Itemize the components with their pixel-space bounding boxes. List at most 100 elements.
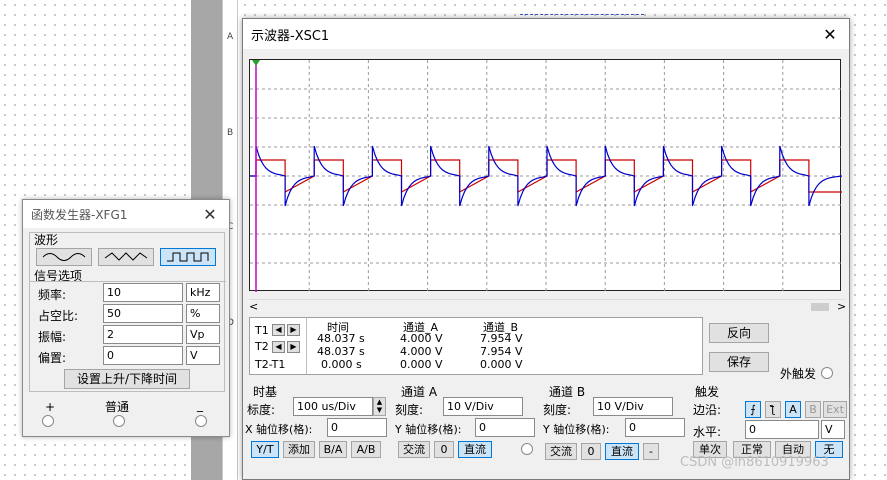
readout-cell: 0.000 V bbox=[400, 358, 443, 371]
trigger-title: 触发 bbox=[695, 385, 720, 399]
channel-b-dc-button[interactable]: 直流 bbox=[605, 443, 639, 460]
t2-right-arrow-icon[interactable]: ▶ bbox=[287, 341, 300, 353]
function-generator-titlebar[interactable]: 函数发生器-XFG1 ✕ bbox=[23, 200, 229, 228]
frequency-unit[interactable]: kHz bbox=[186, 283, 220, 302]
t2-left-arrow-icon[interactable]: ◀ bbox=[272, 341, 285, 353]
positive-terminal[interactable] bbox=[42, 415, 54, 427]
triangle-wave-icon[interactable] bbox=[98, 248, 154, 266]
ext-trigger-label: 外触发 bbox=[780, 367, 817, 381]
close-icon[interactable]: ✕ bbox=[199, 205, 221, 224]
trigger-level-unit: V bbox=[821, 420, 845, 439]
offset-unit[interactable]: V bbox=[186, 346, 220, 365]
readout-cell: 4.000 V bbox=[400, 345, 443, 358]
negative-terminal-label: _ bbox=[197, 398, 203, 412]
channel-a-ac-button[interactable]: 交流 bbox=[398, 441, 430, 458]
mode-add-button[interactable]: 添加 bbox=[283, 441, 315, 458]
channel-a-scale-label: 刻度: bbox=[395, 403, 424, 417]
oscilloscope-screen[interactable] bbox=[249, 59, 843, 292]
timebase-xpos-input[interactable]: 0 bbox=[327, 418, 387, 437]
readout-cell: 0.000 V bbox=[480, 358, 523, 371]
amplitude-label: 振幅: bbox=[38, 330, 67, 344]
mode-ba-button[interactable]: B/A bbox=[319, 441, 347, 458]
falling-edge-icon[interactable]: ƪ bbox=[765, 401, 781, 418]
trigger-edge-label: 边沿: bbox=[693, 403, 722, 417]
channel-b-ypos-label: Y 轴位移(格): bbox=[543, 423, 610, 436]
frequency-input[interactable]: 10 bbox=[103, 283, 183, 302]
channel-b-ypos-input[interactable]: 0 bbox=[625, 418, 685, 437]
ext-trigger-terminal[interactable] bbox=[821, 367, 833, 379]
close-icon[interactable]: ✕ bbox=[819, 25, 841, 44]
channel-a-dc-button[interactable]: 直流 bbox=[458, 441, 492, 458]
scroll-left-icon[interactable]: < bbox=[249, 300, 258, 313]
timebase-title: 时基 bbox=[253, 385, 278, 399]
trigger-level-label: 水平: bbox=[693, 425, 722, 439]
square-wave-icon[interactable] bbox=[160, 248, 216, 266]
frequency-label: 频率: bbox=[38, 288, 67, 302]
offset-label: 偏置: bbox=[38, 351, 67, 365]
t2-label: T2 bbox=[255, 340, 269, 353]
t1-left-arrow-icon[interactable]: ◀ bbox=[272, 324, 285, 336]
channel-a-terminal[interactable] bbox=[521, 443, 533, 455]
common-terminal[interactable] bbox=[113, 415, 125, 427]
function-generator-panel: 波形 信号选项 频率: 10 kHz 占空比: 50 % 振幅: 2 Vp 偏置… bbox=[29, 232, 226, 392]
duty-cycle-input[interactable]: 50 bbox=[103, 304, 183, 323]
oscilloscope-window[interactable]: 示波器-XSC1 ✕ < > T1 ◀ ▶ T2 ◀ ▶ T2-T1 时间 通道… bbox=[242, 18, 850, 480]
oscilloscope-title: 示波器-XSC1 bbox=[251, 28, 330, 44]
function-generator-window[interactable]: 函数发生器-XFG1 ✕ 波形 信号选项 频率: 10 kHz 占空比: 50 … bbox=[22, 199, 230, 437]
readout-cell: 48.037 s bbox=[317, 332, 365, 345]
ruler-letter: A bbox=[227, 32, 234, 42]
waveform-display bbox=[250, 60, 843, 292]
channel-b-zero-button[interactable]: 0 bbox=[581, 443, 601, 460]
channel-b-scale-label: 刻度: bbox=[543, 403, 572, 417]
duty-cycle-unit[interactable]: % bbox=[186, 304, 220, 323]
channel-b-scale-input[interactable]: 10 V/Div bbox=[593, 397, 673, 416]
readout-cell: 7.954 V bbox=[480, 332, 523, 345]
t1-right-arrow-icon[interactable]: ▶ bbox=[287, 324, 300, 336]
mode-yt-button[interactable]: Y/T bbox=[251, 441, 279, 458]
t2t1-label: T2-T1 bbox=[255, 358, 286, 371]
watermark: CSDN @lh8610919963 bbox=[680, 455, 829, 470]
cursor-t1-marker-icon bbox=[252, 60, 260, 66]
reverse-button[interactable]: 反向 bbox=[709, 323, 769, 343]
channel-a-ypos-label: Y 轴位移(格): bbox=[395, 423, 462, 436]
trigger-source-b-button[interactable]: B bbox=[805, 401, 821, 418]
readout-table: 时间 通道_A 通道_B 48.037 s 4.000 V 7.954 V 48… bbox=[306, 318, 702, 374]
ruler-letter: B bbox=[227, 128, 234, 138]
trigger-level-input[interactable]: 0 bbox=[745, 420, 819, 439]
timebase-scale-label: 标度: bbox=[247, 403, 276, 417]
readout-cell: 48.037 s bbox=[317, 345, 365, 358]
scroll-thumb[interactable] bbox=[811, 303, 829, 311]
positive-terminal-label: + bbox=[45, 400, 56, 414]
channel-a-zero-button[interactable]: 0 bbox=[434, 441, 454, 458]
amplitude-input[interactable]: 2 bbox=[103, 325, 183, 344]
amplitude-unit[interactable]: Vp bbox=[186, 325, 220, 344]
oscilloscope-titlebar[interactable]: 示波器-XSC1 ✕ bbox=[243, 19, 849, 49]
timebase-xpos-label: X 轴位移(格): bbox=[245, 423, 313, 436]
trigger-source-a-button[interactable]: A bbox=[785, 401, 801, 418]
channel-a-ypos-input[interactable]: 0 bbox=[475, 418, 535, 437]
mode-ab-button[interactable]: A/B bbox=[351, 441, 381, 458]
horizontal-scrollbar[interactable]: < > bbox=[249, 299, 846, 313]
common-terminal-label: 普通 bbox=[105, 400, 130, 414]
duty-cycle-label: 占空比: bbox=[38, 309, 79, 323]
channel-b-ac-button[interactable]: 交流 bbox=[545, 443, 577, 460]
readout-cell: 0.000 s bbox=[321, 358, 362, 371]
rising-edge-icon[interactable]: ⨍ bbox=[745, 401, 761, 418]
timebase-scale-input[interactable]: 100 us/Div bbox=[293, 397, 373, 416]
waveform-label: 波形 bbox=[34, 233, 59, 247]
negative-terminal[interactable] bbox=[195, 415, 207, 427]
timebase-spinner-icon[interactable]: ▲ ▼ bbox=[373, 397, 386, 416]
channel-b-title: 通道 B bbox=[549, 385, 586, 399]
channel-b-minus-button[interactable]: - bbox=[643, 443, 659, 460]
function-generator-title: 函数发生器-XFG1 bbox=[31, 207, 128, 222]
save-button[interactable]: 保存 bbox=[709, 352, 769, 372]
trigger-source-ext-button[interactable]: Ext bbox=[823, 401, 847, 418]
scroll-right-icon[interactable]: > bbox=[837, 300, 846, 313]
rise-fall-time-button[interactable]: 设置上升/下降时间 bbox=[64, 369, 190, 389]
readout-cell: 7.954 V bbox=[480, 345, 523, 358]
sine-wave-icon[interactable] bbox=[36, 248, 92, 266]
channel-a-title: 通道 A bbox=[401, 385, 438, 399]
channel-a-scale-input[interactable]: 10 V/Div bbox=[443, 397, 523, 416]
readout-cell: 4.000 V bbox=[400, 332, 443, 345]
offset-input[interactable]: 0 bbox=[103, 346, 183, 365]
